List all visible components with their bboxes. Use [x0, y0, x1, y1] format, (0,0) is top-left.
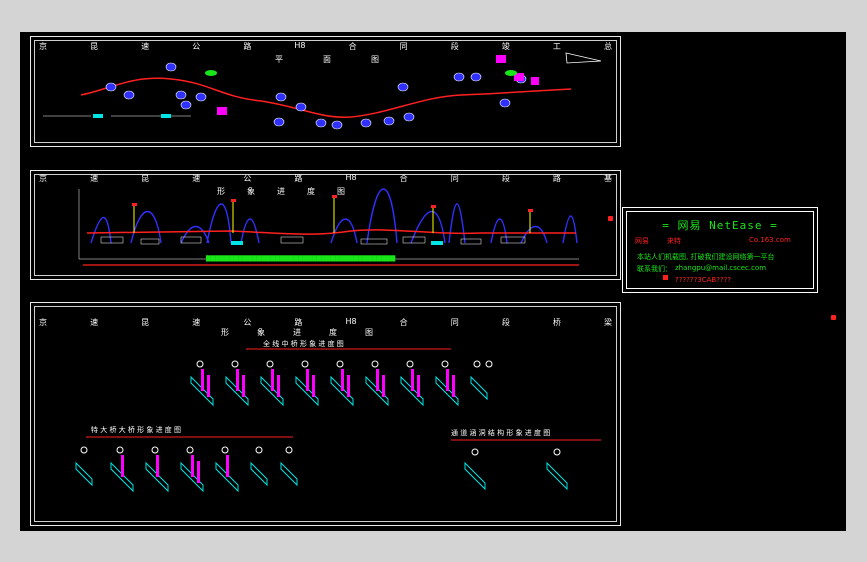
- bridge-group-1: [190, 360, 493, 407]
- netease-marker-icon: [663, 275, 668, 280]
- sheet-plan-view: 京 昆 速 公 路 H8 合 同 段 竣 工 总 平 面 图: [30, 36, 621, 147]
- netease-code: ??????3CAB????: [675, 276, 732, 284]
- sheet-bridge-progress: 京 速 昆 速 公 路 H8 合 同 段 桥 梁 形 象 进 度 图 全 线 中…: [30, 302, 621, 526]
- grip-point[interactable]: [831, 315, 836, 320]
- netease-brand-left: 网易: [635, 237, 649, 245]
- plan-view-drawing: [43, 52, 602, 130]
- bridge-group-2: [75, 446, 298, 493]
- grip-point[interactable]: [608, 216, 613, 221]
- netease-title: = 网易 NetEase =: [662, 219, 778, 232]
- bridge-progress-drawing: [75, 348, 601, 493]
- netease-contact-value[interactable]: zhangpu@mail.cscec.com: [675, 264, 766, 272]
- sheet-subgrade-progress: 京 速 昆 速 公 路 H8 合 同 段 路 基 形 象 进 度 图 ▇▇▇▇▇…: [30, 170, 621, 280]
- netease-brand-mid: 来特: [667, 237, 681, 245]
- netease-brand-url[interactable]: Co.163.com: [749, 236, 791, 244]
- netease-slogan: 本站人们机载图, 打破我们建设网络第一平台: [637, 253, 775, 261]
- netease-contact-label: 联系我们：: [637, 265, 672, 273]
- culvert-group: [464, 448, 568, 491]
- subgrade-progress-drawing: ▇▇▇▇▇▇▇▇▇▇▇▇▇▇▇▇▇▇▇▇▇▇▇▇▇▇▇▇▇▇▇▇▇▇▇▇▇▇▇▇…: [78, 188, 579, 266]
- netease-info-panel: = 网易 NetEase = 网易 来特 Co.163.com 本站人们机载图,…: [622, 207, 818, 293]
- svg-text:▇▇▇▇▇▇▇▇▇▇▇▇▇▇▇▇▇▇▇▇▇▇▇▇▇▇▇▇▇▇: ▇▇▇▇▇▇▇▇▇▇▇▇▇▇▇▇▇▇▇▇▇▇▇▇▇▇▇▇▇▇▇▇▇▇▇▇▇▇▇▇…: [205, 255, 396, 262]
